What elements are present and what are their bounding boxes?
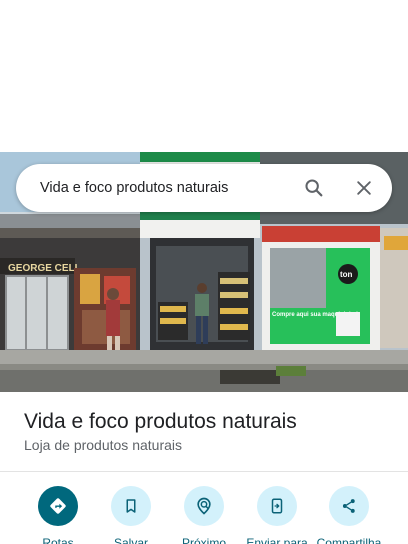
save-label: Salvar — [113, 536, 148, 544]
send-to-phone-button[interactable]: Enviar para — [240, 486, 314, 544]
close-icon — [357, 181, 371, 195]
divider — [0, 471, 408, 472]
send-to-phone-icon — [271, 498, 283, 514]
nearby-button[interactable]: Próximo — [167, 486, 241, 544]
directions-icon — [50, 498, 66, 514]
search-input[interactable] — [16, 164, 296, 212]
directions-label: Rotas — [42, 536, 74, 544]
share-label: Compartilha — [316, 536, 382, 544]
place-category[interactable]: Loja de produtos naturais — [24, 437, 182, 453]
search-button[interactable] — [296, 170, 332, 206]
directions-button[interactable]: Rotas — [21, 486, 95, 544]
ton-logo: ton — [340, 270, 353, 279]
send-to-phone-label: Enviar para — [246, 536, 308, 544]
search-icon — [305, 179, 323, 197]
share-icon — [342, 499, 355, 513]
bookmark-icon — [126, 499, 136, 513]
clear-search-button[interactable] — [346, 170, 382, 206]
nearby-icon — [197, 497, 211, 515]
search-bar[interactable] — [16, 164, 392, 212]
shop-sign-left: GEORGE CELL — [8, 263, 81, 274]
save-button[interactable]: Salvar — [94, 486, 168, 544]
place-title: Vida e foco produtos naturais — [24, 410, 297, 433]
nearby-label: Próximo — [181, 536, 226, 544]
action-bar: Rotas Salvar Próximo Enviar para Compart… — [0, 486, 408, 544]
share-button[interactable]: Compartilha — [312, 486, 386, 544]
